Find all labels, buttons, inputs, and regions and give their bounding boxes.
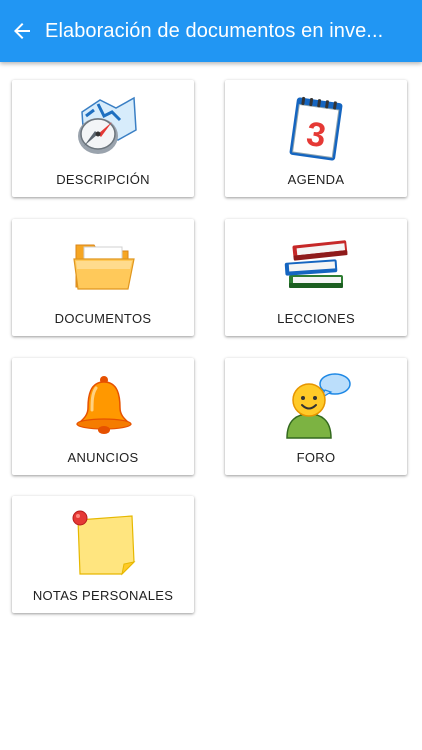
arrow-left-icon bbox=[14, 23, 30, 39]
menu-item-notas-personales[interactable]: NOTAS PERSONALES bbox=[12, 496, 194, 613]
user-speech-icon bbox=[286, 373, 351, 439]
menu-item-anuncios[interactable]: ANUNCIOS bbox=[12, 358, 194, 475]
menu-item-label: ANUNCIOS bbox=[67, 450, 139, 465]
sticky-note-icon bbox=[72, 510, 136, 576]
page-title: Elaboración de documentos en inve... bbox=[45, 19, 384, 42]
books-icon bbox=[284, 240, 348, 288]
menu-item-lecciones[interactable]: LECCIONES bbox=[225, 219, 407, 336]
folder-icon bbox=[73, 244, 135, 290]
menu-item-label: NOTAS PERSONALES bbox=[32, 588, 174, 603]
menu-item-label: AGENDA bbox=[287, 172, 345, 187]
menu-item-label: DOCUMENTOS bbox=[54, 311, 152, 326]
back-button[interactable] bbox=[0, 9, 44, 53]
compass-map-icon bbox=[78, 96, 137, 154]
menu-item-label: DESCRIPCIÓN bbox=[56, 172, 150, 187]
menu-item-foro[interactable]: FORO bbox=[225, 358, 407, 475]
menu-item-agenda[interactable]: 3 AGENDA bbox=[225, 80, 407, 197]
app-bar: Elaboración de documentos en inve... bbox=[0, 0, 422, 62]
menu-item-documentos[interactable]: DOCUMENTOS bbox=[12, 219, 194, 336]
calendar-icon: 3 bbox=[289, 96, 343, 161]
menu-item-label: LECCIONES bbox=[277, 311, 355, 326]
bell-icon bbox=[76, 376, 132, 434]
menu-item-label: FORO bbox=[296, 450, 336, 465]
menu-item-descripcion[interactable]: DESCRIPCIÓN bbox=[12, 80, 194, 197]
